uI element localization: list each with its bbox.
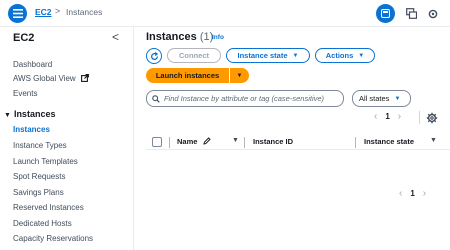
column-header-name[interactable]: Name [177,137,211,146]
launch-dropdown-button[interactable]: ▼ [230,68,249,83]
connect-button[interactable]: Connect [167,48,221,63]
next-page-icon[interactable]: › [423,188,426,199]
search-icon [152,94,160,103]
breadcrumb-ec2[interactable]: EC2 [35,7,52,17]
caret-down-icon: ▼ [394,95,401,102]
caret-down-icon: ▼ [4,112,11,119]
collapse-sidebar-icon[interactable]: < [112,30,119,44]
top-bar: EC2 > Instances [0,0,450,27]
breadcrumb-instances: Instances [66,7,103,17]
sidebar-item-instance-types[interactable]: Instance Types [13,141,67,150]
caret-down-icon: ▼ [292,52,299,59]
sidebar-section-label: Instances [13,109,56,119]
pagination-bottom: ‹ 1 › [399,188,426,199]
sidebar-item-dedicated-hosts[interactable]: Dedicated Hosts [13,219,72,228]
sidebar-item-label: AWS Global View [13,74,76,83]
split-panel-icon[interactable] [376,4,395,23]
sort-caret-icon[interactable]: ▼ [232,137,239,144]
column-divider [355,137,356,148]
search-input[interactable] [163,94,343,103]
pagination-top: ‹ 1 › [374,111,401,122]
info-link[interactable]: Info [212,34,224,41]
notifications-panel-icon[interactable] [404,4,418,23]
sidebar-item-instances[interactable]: Instances [13,125,50,134]
actions-label: Actions [325,51,354,60]
menu-icon[interactable] [8,4,27,23]
edit-pencil-icon [202,137,211,145]
sidebar-title: EC2 [13,32,35,44]
page-number[interactable]: 1 [385,112,389,121]
select-all-checkbox[interactable] [152,137,162,147]
settings-icon[interactable] [426,4,440,23]
column-header-label: Name [177,137,198,146]
sidebar-item-global-view[interactable]: AWS Global View [13,74,89,83]
refresh-icon [150,51,158,60]
state-filter-select[interactable]: All states ▼ [352,90,411,107]
launch-instances-button[interactable]: Launch instances [146,68,229,83]
sidebar-item-savings-plans[interactable]: Savings Plans [13,188,64,197]
column-divider [244,137,245,148]
next-page-icon[interactable]: › [398,111,401,122]
sort-caret-icon[interactable]: ▼ [430,137,437,144]
state-filter-value: All states [359,94,390,103]
sidebar-item-capacity-reservations[interactable]: Capacity Reservations [13,234,93,243]
sidebar-item-dashboard[interactable]: Dashboard [13,60,52,69]
column-header-instance-id[interactable]: Instance ID [253,137,293,146]
sidebar-item-events[interactable]: Events [13,89,37,98]
sidebar-item-launch-templates[interactable]: Launch Templates [13,157,78,166]
search-field[interactable] [146,90,344,107]
caret-down-icon: ▼ [236,72,243,79]
table-header: Name ▼ Instance ID Instance state ▼ [146,134,450,150]
previous-page-icon[interactable]: ‹ [374,111,377,122]
caret-down-icon: ▼ [358,52,365,59]
breadcrumb-separator: > [55,6,61,16]
instance-state-label: Instance state [237,51,288,60]
column-header-instance-state[interactable]: Instance state [364,137,414,146]
external-link-icon [80,74,89,82]
page-title: Instances (1) [146,31,213,43]
actions-button[interactable]: Actions ▼ [315,48,375,63]
instance-state-button[interactable]: Instance state ▼ [226,48,310,63]
page-title-text: Instances [146,31,197,43]
sidebar-item-spot-requests[interactable]: Spot Requests [13,172,65,181]
preferences-gear-icon[interactable] [426,112,438,124]
sidebar: EC2 < Dashboard AWS Global View Events ▼… [0,27,134,250]
divider [419,111,420,124]
page-number[interactable]: 1 [410,189,414,198]
column-divider [169,137,170,148]
sidebar-section-instances[interactable]: ▼ Instances [4,109,55,119]
sidebar-item-reserved-instances[interactable]: Reserved Instances [13,203,84,212]
refresh-button[interactable] [146,48,162,64]
previous-page-icon[interactable]: ‹ [399,188,402,199]
